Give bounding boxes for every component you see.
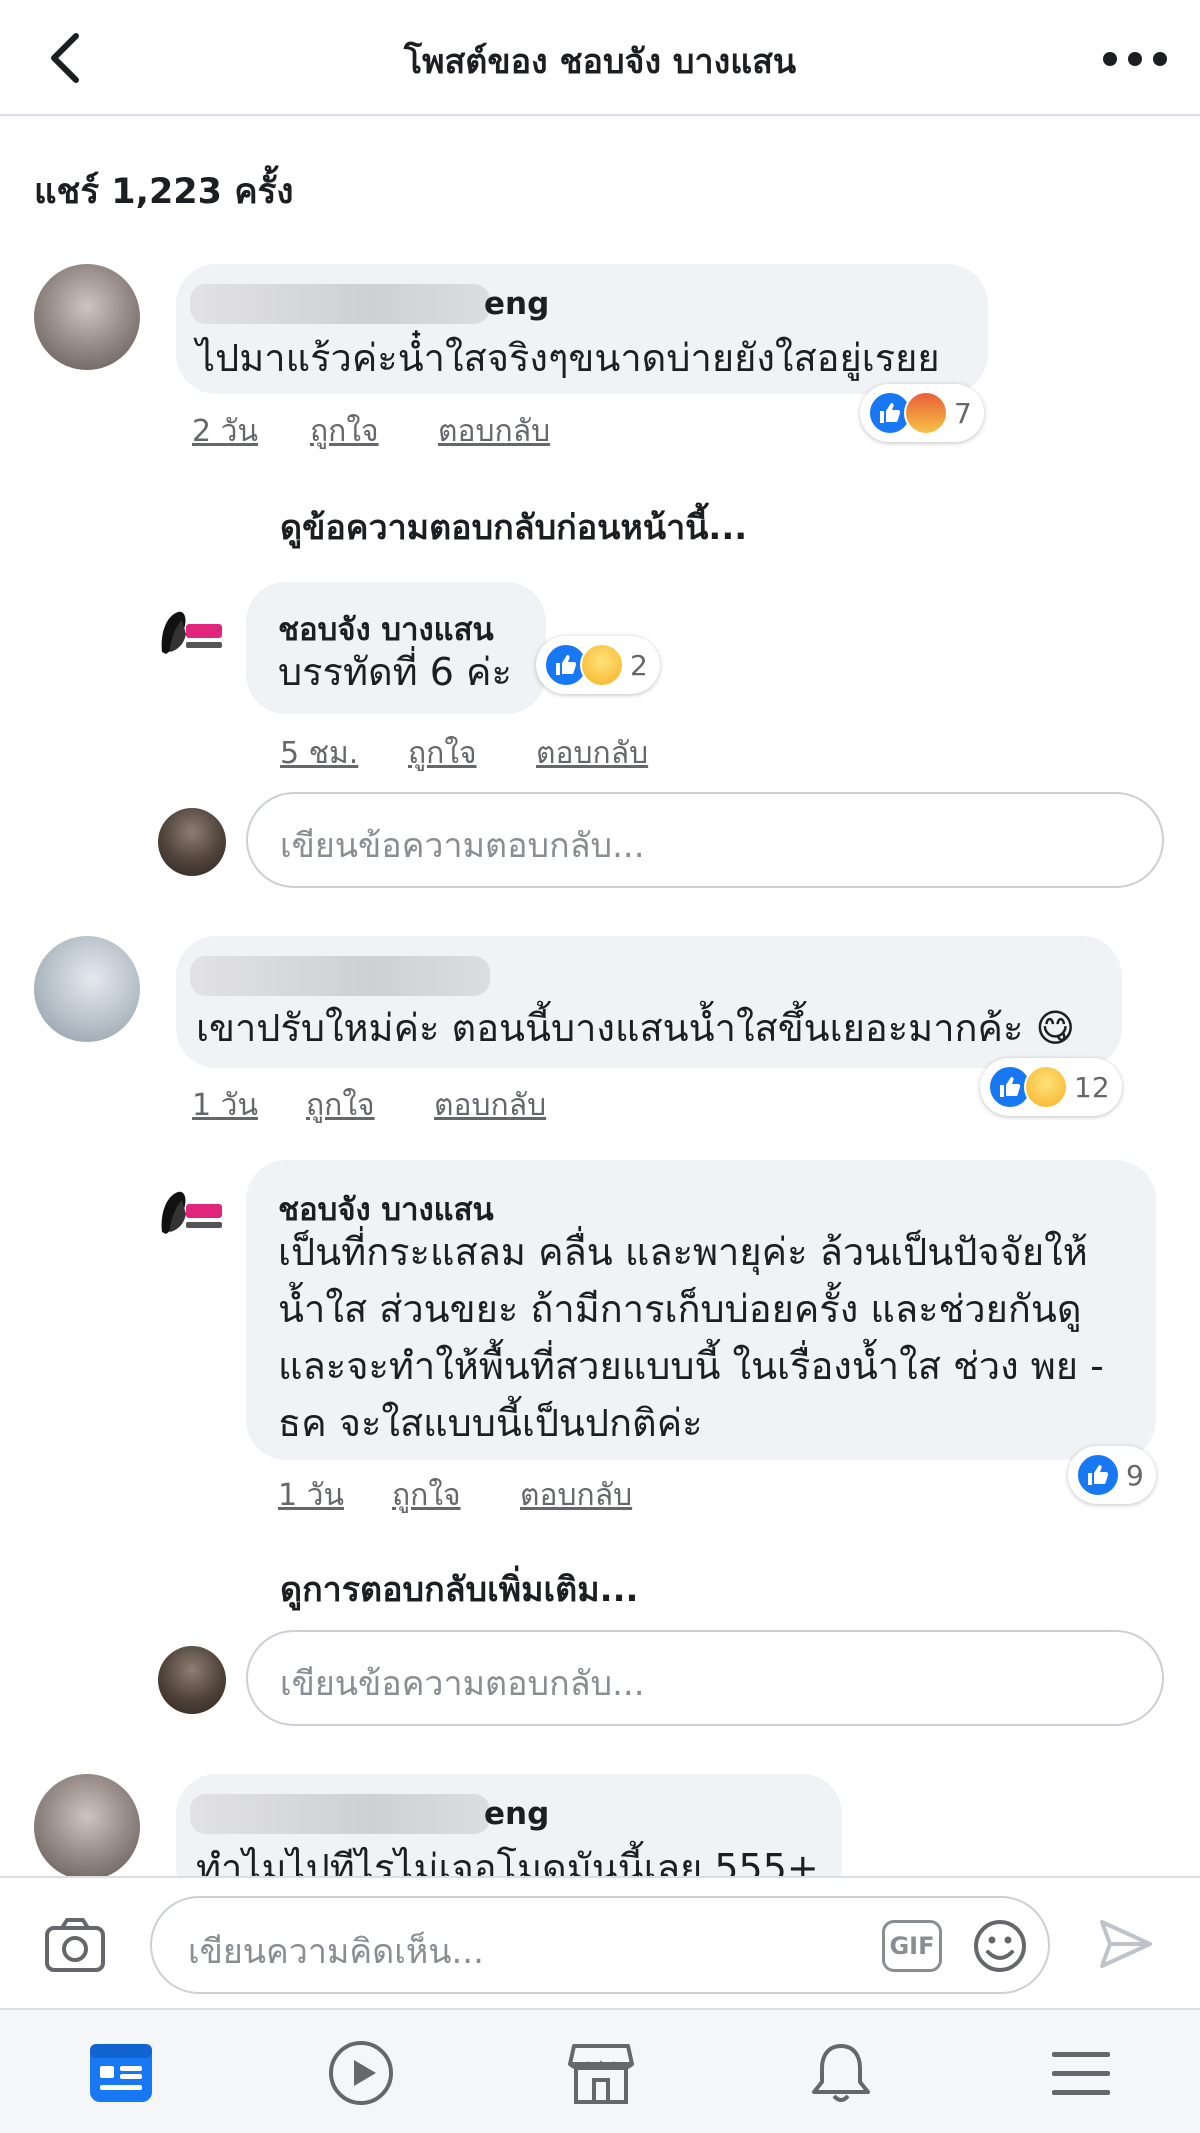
like-link[interactable]: ถูกใจ	[408, 730, 477, 777]
like-link[interactable]: ถูกใจ	[392, 1472, 461, 1519]
comment-input[interactable]: เขียนความคิดเห็น... GIF	[150, 1896, 1050, 1994]
my-avatar	[158, 1646, 226, 1714]
marketplace-icon[interactable]	[566, 2038, 636, 2108]
reaction-count: 7	[954, 396, 972, 430]
like-link[interactable]: ถูกใจ	[306, 1082, 375, 1129]
reaction-summary[interactable]: 2	[536, 636, 660, 694]
reply-input[interactable]: เขียนข้อความตอบกลับ...	[246, 792, 1164, 888]
reply-placeholder: เขียนข้อความตอบกลับ...	[280, 1664, 645, 1704]
watch-icon[interactable]	[326, 2038, 396, 2108]
reply-text: บรรทัดที่ 6 ค่ะ	[278, 650, 512, 694]
reply-text-line: เป็นที่กระแสลม คลื่น และพายุค่ะ ล้วนเป็น…	[278, 1230, 1088, 1274]
reaction-count: 2	[630, 648, 648, 682]
reaction-summary[interactable]: 12	[980, 1058, 1122, 1116]
menu-icon[interactable]	[1046, 2038, 1116, 2108]
camera-icon[interactable]	[44, 1916, 106, 1974]
reply-link[interactable]: ตอบกลับ	[536, 730, 648, 777]
my-avatar	[158, 808, 226, 876]
comment-time[interactable]: 2 วัน	[192, 408, 258, 455]
reaction-summary[interactable]: 9	[1068, 1446, 1156, 1504]
reply-link[interactable]: ตอบกลับ	[438, 408, 550, 455]
comment-text: ไปมาแร้วค่ะน๋ำใสจริงๆขนาดบ่ายยังใสอยู่เร…	[196, 336, 940, 380]
view-previous-replies[interactable]: ดูข้อความตอบกลับก่อนหน้านี้...	[280, 500, 747, 554]
comment-composer: เขียนความคิดเห็น... GIF	[0, 1876, 1200, 2008]
more-options-icon[interactable]	[1100, 44, 1170, 74]
share-count[interactable]: แชร์ 1,223 ครั้ง	[34, 164, 294, 219]
notifications-icon[interactable]	[806, 2038, 876, 2108]
comment-author[interactable]: eng	[484, 1796, 549, 1832]
reply-link[interactable]: ตอบกลับ	[434, 1082, 546, 1129]
haha-icon	[1024, 1065, 1068, 1109]
page-title: โพสต์ของ ชอบจัง บางแสน	[403, 42, 797, 82]
avatar[interactable]	[34, 936, 140, 1042]
reply-input[interactable]: เขียนข้อความตอบกลับ...	[246, 1630, 1164, 1726]
reply-time[interactable]: 5 ชม.	[280, 730, 358, 777]
like-icon	[1076, 1453, 1120, 1497]
avatar[interactable]	[34, 264, 140, 370]
page-logo[interactable]	[156, 604, 228, 664]
comment-author[interactable]: eng	[484, 286, 549, 322]
blurred-name	[190, 956, 490, 996]
bottom-navigation	[0, 2008, 1200, 2133]
top-bar: โพสต์ของ ชอบจัง บางแสน	[0, 0, 1200, 116]
blurred-name	[190, 1794, 490, 1834]
reply-text-line: ธค จะใสแบบนี้เป็นปกติค่ะ	[278, 1401, 703, 1445]
reply-link[interactable]: ตอบกลับ	[520, 1472, 632, 1519]
comment-placeholder: เขียนความคิดเห็น...	[188, 1932, 484, 1972]
comment-time[interactable]: 1 วัน	[192, 1082, 258, 1129]
view-more-replies[interactable]: ดูการตอบกลับเพิ่มเติม...	[280, 1562, 638, 1616]
avatar[interactable]	[34, 1774, 140, 1880]
reaction-count: 12	[1074, 1070, 1110, 1104]
news-feed-icon[interactable]	[86, 2038, 156, 2108]
reply-placeholder: เขียนข้อความตอบกลับ...	[280, 826, 645, 866]
angry-icon	[904, 391, 948, 435]
comment-text: เขาปรับใหม่ค่ะ ตอนนี้บางแสนน้ำใสขึ้นเยอะ…	[196, 1006, 1076, 1050]
gif-button[interactable]: GIF	[882, 1920, 942, 1972]
reply-text-line: และจะทำให้พื้นที่สวยแบบนี้ ในเรื่องน้ำใส…	[278, 1344, 1104, 1388]
reaction-count: 9	[1126, 1458, 1144, 1492]
send-icon[interactable]	[1096, 1914, 1156, 1974]
reaction-summary[interactable]: 7	[860, 384, 984, 442]
reply-text-line: น้ำใส ส่วนขยะ ถ้ามีการเก็บบ่อยครั้ง และช…	[278, 1287, 1082, 1331]
blurred-name	[190, 284, 490, 324]
page-logo[interactable]	[156, 1184, 228, 1244]
haha-icon	[580, 643, 624, 687]
sticker-icon[interactable]	[972, 1918, 1028, 1974]
reply-time[interactable]: 1 วัน	[278, 1472, 344, 1519]
like-link[interactable]: ถูกใจ	[310, 408, 379, 455]
